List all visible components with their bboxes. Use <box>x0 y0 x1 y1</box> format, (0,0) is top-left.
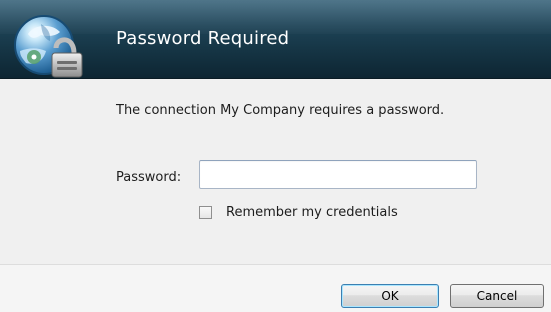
remember-checkbox[interactable] <box>199 206 212 219</box>
cancel-button[interactable]: Cancel <box>450 284 544 308</box>
ok-button[interactable]: OK <box>341 284 439 308</box>
connection-message: The connection My Company requires a pas… <box>116 103 445 118</box>
password-required-dialog: Password Required The connection My Comp… <box>0 0 551 312</box>
password-field[interactable] <box>199 160 477 189</box>
password-label: Password: <box>116 170 182 185</box>
dialog-title: Password Required <box>116 28 290 49</box>
remember-credentials[interactable]: Remember my credentials <box>199 205 398 220</box>
remember-label: Remember my credentials <box>226 205 398 220</box>
dialog-header: Password Required <box>0 0 551 79</box>
